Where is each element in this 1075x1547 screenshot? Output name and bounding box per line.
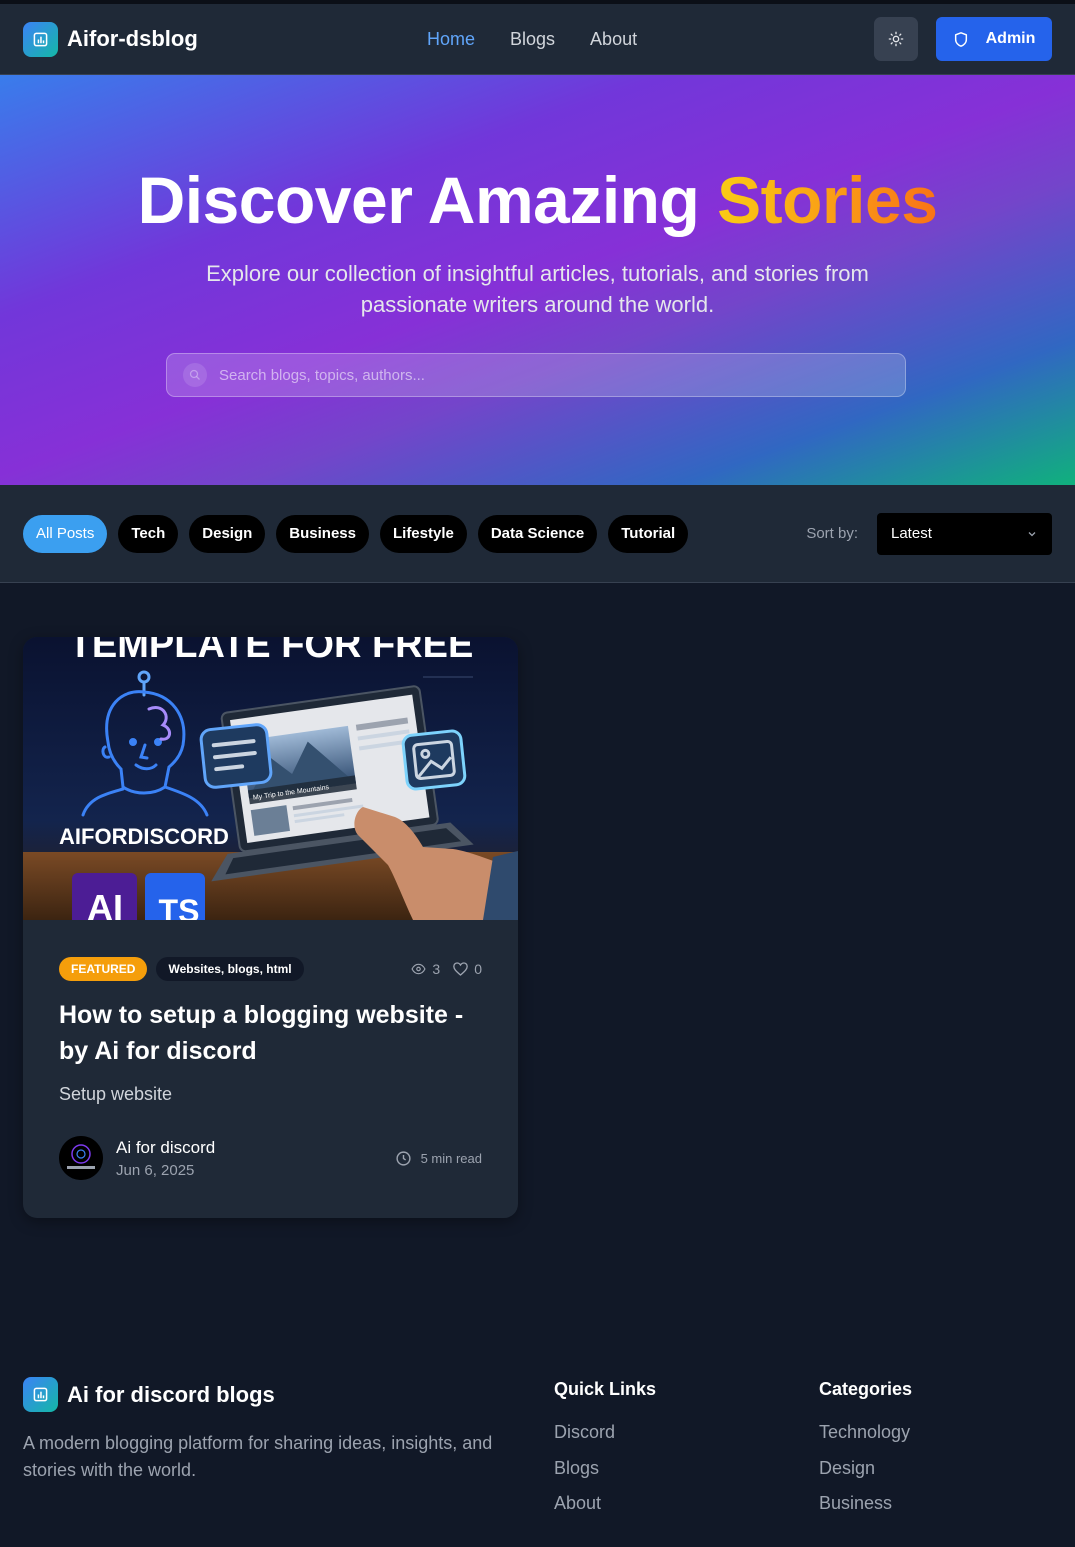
thumbnail-ts-text: TS [159,893,200,920]
brand-name: Aifor-dsblog [67,26,198,51]
search-bar[interactable] [166,353,906,397]
footer-chart-logo-icon [23,1377,58,1412]
footer-brand[interactable]: Ai for discord blogs [23,1377,275,1412]
sort-value: Latest [891,525,932,542]
footer-category-technology[interactable]: Technology [819,1422,912,1458]
nav-links: Home Blogs About [427,4,637,75]
author-info: Ai for discord Jun 6, 2025 [116,1138,215,1179]
admin-label: Admin [985,30,1036,47]
categories-title: Categories [819,1379,913,1399]
hero-title-accent: Stories [717,163,938,237]
category-pill-lifestyle[interactable]: Lifestyle [379,514,467,553]
thumbnail-banner-text: TEMPLATE FOR FREE [69,637,474,666]
read-time: 5 min read [395,1150,482,1167]
category-pill-tech[interactable]: Tech [118,514,179,553]
footer-category-design[interactable]: Design [819,1458,912,1494]
tags-badge: Websites, blogs, html [156,957,304,981]
category-pill-design[interactable]: Design [189,514,266,553]
search-input[interactable] [219,366,819,384]
thumbnail-ai-text: AI [87,887,123,920]
footer-link-blogs[interactable]: Blogs [554,1458,656,1494]
category-pill-all-posts[interactable]: All Posts [23,514,108,553]
author-row: Ai for discord Jun 6, 2025 5 min read [59,1136,482,1180]
eye-icon [411,963,426,975]
chevron-down-icon [1028,531,1036,536]
thumbnail-illustration: TEMPLATE FOR FREE AIFORDISCORD AI TS My … [23,637,518,920]
footer-quick-links: Quick Links Discord Blogs About [554,1379,656,1529]
post-card-body: FEATURED Websites, blogs, html 3 0 How t… [23,920,518,1218]
author-name: Ai for discord [116,1137,216,1157]
post-card[interactable]: TEMPLATE FOR FREE AIFORDISCORD AI TS My … [23,637,518,1218]
likes-stat[interactable]: 0 [452,961,482,977]
post-date: Jun 6, 2025 [116,1161,195,1179]
theme-toggle-button[interactable] [874,17,918,61]
nav-actions: Admin [874,17,1052,61]
footer-description: A modern blogging platform for sharing i… [23,1433,493,1480]
read-time-label: 5 min read [420,1150,482,1166]
footer-category-business[interactable]: Business [819,1493,912,1529]
post-stats: 3 0 [410,961,482,977]
category-pill-tutorial[interactable]: Tutorial [608,514,689,553]
category-pills: All Posts Tech Design Business Lifestyle… [23,514,689,553]
views-count: 3 [432,961,441,977]
post-description: Setup website [59,1084,173,1104]
filter-bar: All Posts Tech Design Business Lifestyle… [0,485,1075,583]
footer-brand-name: Ai for discord blogs [67,1381,275,1407]
category-pill-business[interactable]: Business [276,514,369,553]
sun-icon [888,31,904,47]
quick-links-title: Quick Links [554,1379,657,1399]
category-pill-data-science[interactable]: Data Science [477,514,598,553]
shield-icon [954,31,967,47]
views-stat: 3 [410,961,440,977]
post-thumbnail[interactable]: TEMPLATE FOR FREE AIFORDISCORD AI TS My … [23,637,518,920]
nav-link-home[interactable]: Home [427,29,475,50]
post-title[interactable]: How to setup a blogging website - by Ai … [59,997,482,1069]
likes-count: 0 [474,961,482,977]
footer-categories: Categories Technology Design Business [819,1379,912,1529]
brand[interactable]: Aifor-dsblog [23,21,198,57]
heart-icon [453,962,469,976]
footer-link-discord[interactable]: Discord [554,1422,656,1458]
footer-link-about[interactable]: About [554,1493,656,1529]
navbar: Aifor-dsblog Home Blogs About Admin [0,4,1075,75]
hero-subtitle: Explore our collection of insightful art… [206,261,869,317]
hero-title-main: Discover Amazing [137,163,700,237]
sort-control: Sort by: Latest [806,512,1052,555]
avatar-logo-icon [59,1136,103,1180]
search-icon [183,363,207,387]
admin-button[interactable]: Admin [936,17,1052,61]
thumbnail-brand-text: AIFORDISCORD [59,824,229,849]
post-meta: FEATURED Websites, blogs, html 3 0 [59,957,482,981]
hero-title: Discover Amazing Stories [0,162,1075,238]
clock-icon [395,1150,411,1166]
sort-label: Sort by: [806,525,858,542]
nav-link-blogs[interactable]: Blogs [510,29,555,50]
hero: Discover Amazing Stories Explore our col… [0,75,1075,485]
chart-logo-icon [23,21,58,57]
author-avatar[interactable] [59,1136,103,1180]
nav-link-about[interactable]: About [590,29,637,50]
featured-badge: FEATURED [59,957,148,981]
sort-select[interactable]: Latest [877,512,1052,555]
